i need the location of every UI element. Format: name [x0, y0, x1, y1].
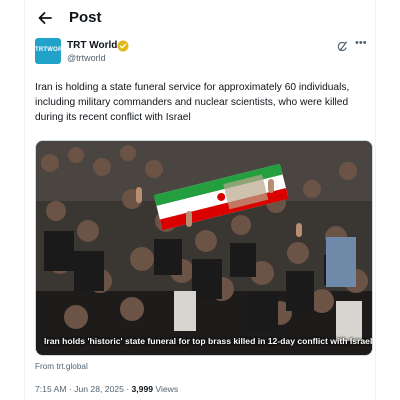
views-count: 3,999 [131, 384, 154, 394]
funeral-crowd-photo [36, 141, 372, 355]
author-display-name[interactable]: TRT World [67, 40, 117, 52]
views-label: Views [153, 384, 179, 394]
avatar-logo-text: TRTWORLD [35, 47, 61, 53]
verified-badge-icon [117, 40, 129, 52]
post-date[interactable]: Jun 28, 2025 [74, 384, 124, 394]
back-button[interactable] [35, 8, 55, 28]
page-title: Post [69, 9, 102, 26]
post-time[interactable]: 7:15 AM [35, 384, 67, 394]
grok-icon[interactable] [337, 40, 349, 52]
more-options-icon[interactable]: ••• [355, 38, 369, 50]
media-caption: Iran holds 'historic' state funeral for … [44, 336, 373, 346]
post-detail-panel: Post TRTWORLD TRT World @trtworld ••• Ir… [24, 0, 376, 400]
post-media[interactable]: Iran holds 'historic' state funeral for … [35, 140, 373, 356]
arrow-left-icon [38, 12, 52, 24]
post-text: Iran is holding a state funeral service … [35, 82, 350, 123]
topbar: Post [25, 0, 377, 36]
post-meta: 7:15 AM · Jun 28, 2025 · 3,999 Views [35, 384, 178, 394]
post-header: TRTWORLD TRT World @trtworld ••• [35, 36, 371, 72]
avatar[interactable]: TRTWORLD [35, 38, 61, 64]
source-link[interactable]: From trt.global [35, 362, 88, 371]
author-handle[interactable]: @trtworld [67, 53, 106, 64]
meta-separator: · [123, 384, 132, 394]
